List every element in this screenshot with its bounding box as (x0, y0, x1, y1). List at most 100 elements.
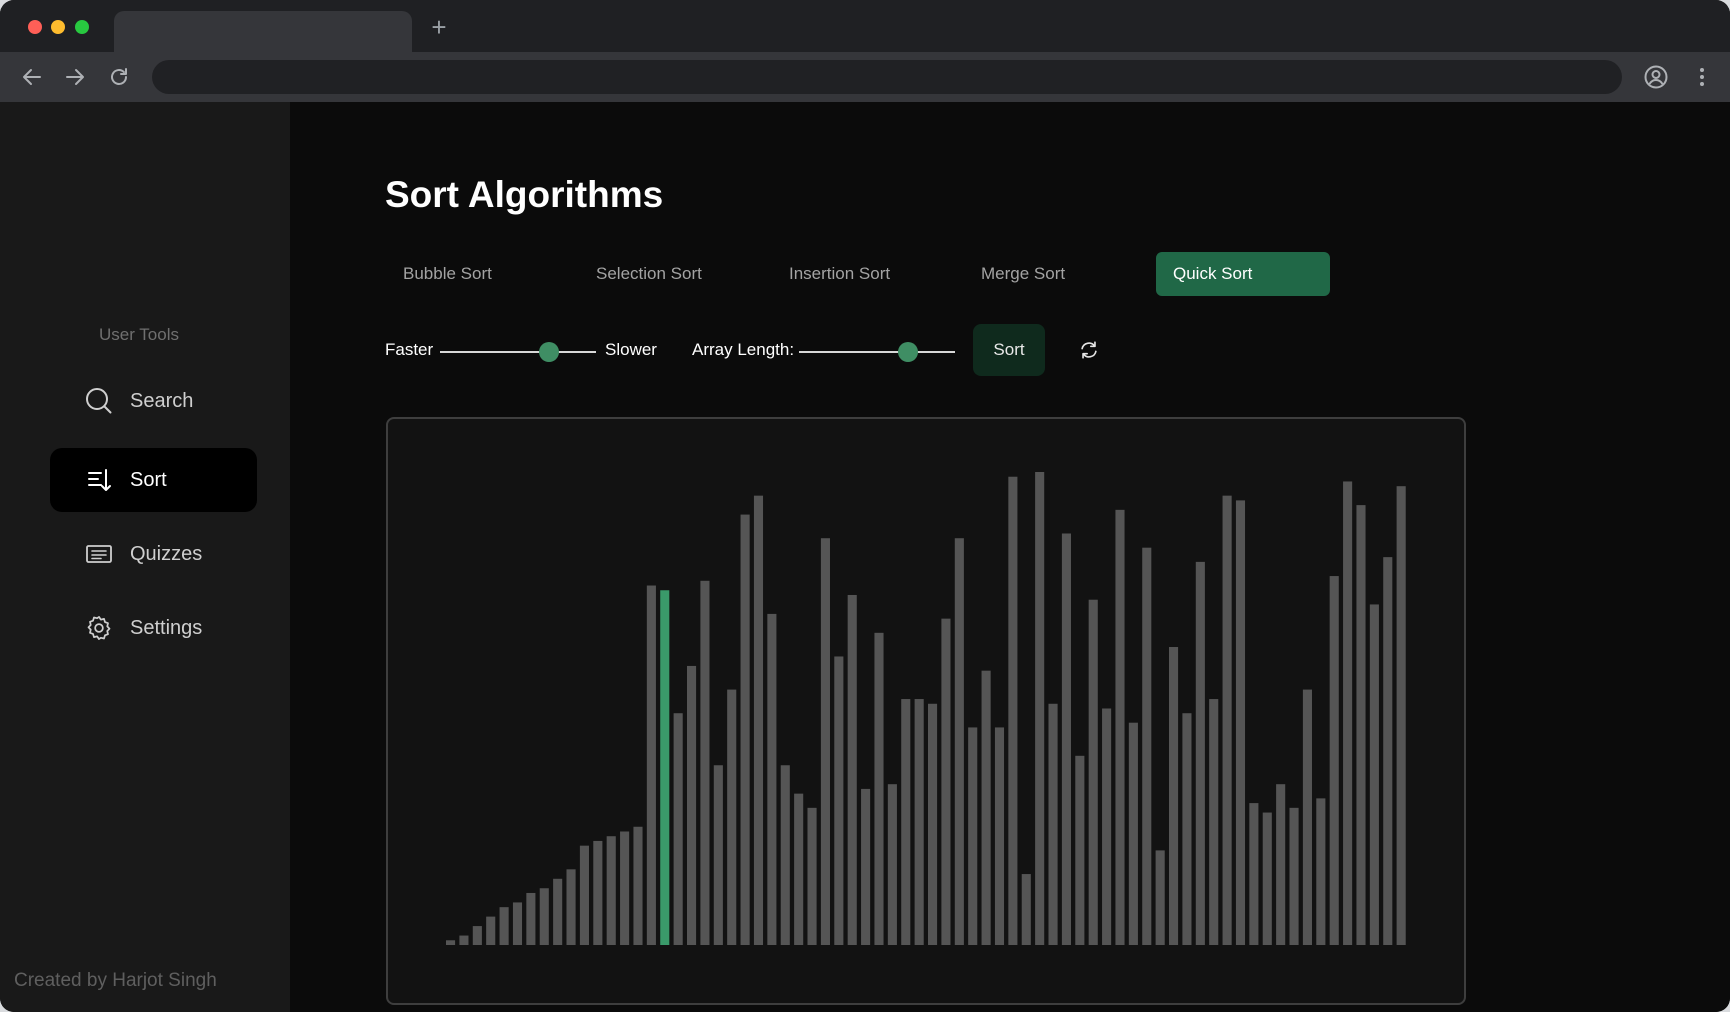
sort-icon (84, 465, 114, 495)
bar (767, 613, 777, 945)
bar (646, 585, 656, 945)
sidebar-item-settings[interactable]: Settings (50, 596, 257, 660)
bar (1329, 576, 1339, 945)
array-length-slider[interactable] (799, 342, 955, 362)
bar (1316, 798, 1326, 945)
array-length-slider-thumb[interactable] (898, 342, 919, 362)
bar (834, 656, 844, 945)
profile-icon[interactable] (1644, 65, 1668, 89)
speed-slider[interactable] (440, 342, 596, 362)
bar-chart (446, 472, 1406, 945)
bar (1075, 755, 1085, 945)
tab-merge-sort[interactable]: Merge Sort (964, 252, 1082, 296)
sidebar-item-label: Settings (130, 616, 203, 639)
bar (753, 495, 764, 945)
maximize-window-button[interactable] (75, 20, 89, 34)
bar (981, 670, 991, 945)
bar (687, 665, 697, 945)
bar (1035, 472, 1045, 945)
sidebar-item-label: Quizzes (130, 542, 203, 565)
array-length-label: Array Length: (692, 340, 795, 359)
faster-label: Faster (385, 340, 434, 359)
bar (1088, 599, 1098, 945)
bar (713, 765, 723, 945)
bar (794, 793, 804, 945)
bar (874, 632, 884, 945)
bar (928, 703, 938, 945)
back-arrow-icon[interactable] (20, 65, 44, 89)
credit-text: Created by Harjot Singh (14, 970, 217, 991)
bar (1209, 699, 1219, 945)
sidebar-item-label: Sort (130, 468, 167, 491)
browser-tab-strip: + (0, 0, 1730, 52)
bar-highlighted (660, 590, 670, 945)
bar (526, 892, 536, 945)
bar (807, 807, 817, 945)
bar (994, 727, 1005, 945)
browser-tab[interactable] (114, 11, 412, 52)
main-content: Sort Algorithms Bubble Sort Selection So… (290, 102, 1730, 1012)
bar (727, 689, 737, 945)
close-window-button[interactable] (28, 20, 42, 34)
bar (1383, 557, 1393, 945)
bar (1289, 807, 1299, 945)
bar (1249, 803, 1259, 945)
bar (499, 907, 509, 945)
bar (1142, 547, 1152, 945)
bar (459, 935, 469, 945)
bar (1369, 604, 1379, 945)
bar (1048, 703, 1058, 945)
bar (1155, 850, 1165, 945)
sidebar-item-sort[interactable]: Sort (50, 448, 257, 512)
bar (1195, 561, 1205, 945)
quiz-icon (84, 539, 114, 569)
speed-slider-thumb[interactable] (539, 342, 560, 362)
gear-icon (84, 613, 114, 643)
bar (486, 916, 496, 945)
bar (901, 699, 911, 945)
minimize-window-button[interactable] (51, 20, 65, 34)
address-bar[interactable] (152, 60, 1622, 94)
new-tab-button[interactable]: + (428, 14, 450, 40)
bar (941, 618, 951, 945)
bar (1182, 713, 1192, 945)
sort-visualizer-panel (386, 417, 1466, 1005)
bar (553, 878, 563, 945)
bar (1276, 784, 1286, 945)
bar (780, 765, 790, 945)
bar (472, 926, 482, 945)
more-vert-icon[interactable] (1690, 65, 1714, 89)
tab-selection-sort[interactable]: Selection Sort (579, 252, 719, 296)
bar (968, 727, 978, 945)
reload-icon[interactable] (107, 65, 131, 89)
bar (633, 826, 643, 945)
bar (847, 594, 857, 945)
sidebar-item-quizzes[interactable]: Quizzes (50, 522, 257, 586)
tab-insertion-sort[interactable]: Insertion Sort (772, 252, 907, 296)
bar (1021, 874, 1031, 945)
page-title: Sort Algorithms (385, 174, 664, 215)
bar (1262, 812, 1272, 945)
bar (700, 580, 710, 945)
sort-button[interactable]: Sort (973, 324, 1045, 376)
bar (954, 538, 964, 945)
browser-window: + User Tools Search Sort Quizzes Setting… (0, 0, 1730, 1012)
bar (1061, 533, 1071, 945)
forward-arrow-icon[interactable] (63, 65, 87, 89)
refresh-icon[interactable] (1078, 339, 1100, 361)
bar (820, 538, 830, 945)
sidebar-item-search[interactable]: Search (50, 369, 257, 433)
bar (579, 845, 589, 945)
bar (1115, 509, 1125, 945)
bar (1302, 689, 1312, 945)
tab-quick-sort[interactable]: Quick Sort (1156, 252, 1330, 296)
bar (1008, 476, 1018, 945)
bar (620, 831, 630, 945)
tab-bubble-sort[interactable]: Bubble Sort (386, 252, 509, 296)
bar (1128, 722, 1138, 945)
bar (1169, 647, 1179, 945)
bar (593, 840, 603, 945)
sidebar-item-label: Search (130, 389, 194, 412)
bar (673, 713, 683, 945)
browser-toolbar (0, 52, 1730, 102)
